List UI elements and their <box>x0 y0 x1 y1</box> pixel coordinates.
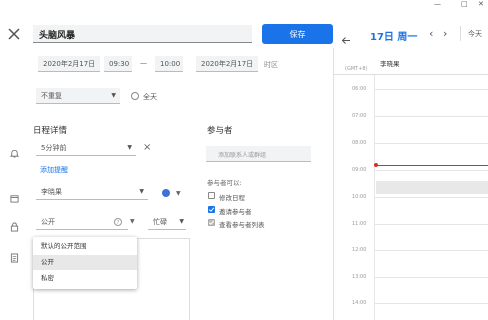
description-icon <box>10 248 19 263</box>
permission-label: 查看参与者列表 <box>219 221 265 229</box>
timezone-value: GMT+8 <box>346 66 366 72</box>
busy-value: 忙碌 <box>153 218 167 226</box>
reminder-select[interactable]: 5分钟前 ▼ <box>36 140 136 156</box>
calendar-select[interactable]: 李晓果 ▼ <box>36 184 148 200</box>
lock-icon <box>10 217 19 232</box>
details-heading: 日程详情 <box>33 126 68 136</box>
hour-gridline <box>374 250 488 251</box>
arrow-left-icon[interactable] <box>341 30 351 44</box>
end-date-value: 2020年2月17日 <box>201 60 254 68</box>
hour-gridline <box>374 224 488 225</box>
repeat-select[interactable]: 不重复 ▼ <box>36 88 120 104</box>
permission-checkbox-view[interactable] <box>208 219 215 226</box>
prev-day-button[interactable]: ‹ <box>429 27 433 40</box>
title-input[interactable]: 头脑风暴 <box>33 25 252 43</box>
chevron-down-icon: ▼ <box>127 144 132 151</box>
end-date-field[interactable]: 2020年2月17日 <box>196 56 258 72</box>
start-time-field[interactable]: 09:30 <box>104 56 132 72</box>
start-date-value: 2020年2月17日 <box>43 60 96 68</box>
busy-select[interactable]: 忙碌 ▼ <box>148 214 186 230</box>
visibility-option-public[interactable]: 公开 <box>33 255 137 270</box>
close-icon[interactable] <box>7 26 21 40</box>
add-guest-input[interactable]: 添加联系人或群组 <box>206 146 311 162</box>
hour-label: 10:00 <box>352 194 367 200</box>
allday-checkbox[interactable] <box>131 92 139 100</box>
permissions-heading: 参与者可以: <box>207 179 242 187</box>
remove-reminder-icon[interactable]: × <box>143 142 151 153</box>
panel-divider <box>333 48 334 320</box>
permission-checkbox-modify[interactable] <box>208 192 215 199</box>
repeat-value: 不重复 <box>41 92 62 100</box>
visibility-option-label: 私密 <box>41 274 54 282</box>
timezone-label: (GMT+8) <box>345 66 368 72</box>
help-icon[interactable]: ? <box>114 218 122 226</box>
hour-gridline <box>374 170 488 171</box>
calendar-value: 李晓果 <box>41 188 62 196</box>
hour-label: 11:00 <box>352 221 367 227</box>
reminder-value: 5分钟前 <box>41 144 67 152</box>
chevron-down-icon[interactable]: ▼ <box>176 190 181 197</box>
current-time-line <box>377 165 488 166</box>
hour-label: 08:00 <box>352 140 367 146</box>
calendar-icon <box>10 188 19 203</box>
timezone-link[interactable]: 时区 <box>264 60 278 70</box>
guests-heading: 参与者 <box>207 126 233 136</box>
save-button[interactable]: 保存 <box>262 24 333 44</box>
chevron-down-icon: ▼ <box>111 92 116 99</box>
bell-icon <box>9 143 20 158</box>
hour-label: 14:00 <box>352 300 367 306</box>
visibility-option-private[interactable]: 私密 <box>33 271 137 286</box>
hour-label: 13:00 <box>352 274 367 280</box>
hour-gridline <box>374 197 488 198</box>
hour-gridline <box>374 303 488 304</box>
visibility-option-label: 默认的公开范围 <box>41 242 87 250</box>
calendar-color-dot[interactable] <box>162 189 170 197</box>
calendar-owner-label: 李晓果 <box>380 60 400 68</box>
title-input-value: 头脑风暴 <box>39 31 76 41</box>
chevron-down-icon: ▼ <box>139 188 144 195</box>
hour-label: 07:00 <box>352 113 367 119</box>
save-button-label: 保存 <box>289 29 306 39</box>
visibility-option-default[interactable]: 默认的公开范围 <box>33 239 137 254</box>
end-time-field[interactable]: 10:00 <box>155 56 183 72</box>
hour-gridline <box>374 143 488 144</box>
hour-gridline <box>374 116 488 117</box>
permission-checkbox-invite[interactable] <box>208 206 215 213</box>
add-guest-placeholder: 添加联系人或群组 <box>218 152 267 159</box>
day-view-date-title: 17日 周一 <box>370 32 418 43</box>
start-time-value: 09:30 <box>109 60 130 68</box>
maximize-button[interactable]: □ <box>461 0 468 8</box>
visibility-option-label: 公开 <box>41 258 54 266</box>
end-time-value: 10:00 <box>160 60 181 68</box>
header-rule <box>334 74 488 75</box>
permission-label: 邀请参与者 <box>219 208 252 216</box>
hour-label: 09:00 <box>352 167 367 173</box>
today-button[interactable]: 今天 <box>460 26 488 41</box>
chevron-down-icon: ▼ <box>179 218 184 225</box>
hour-label: 06:00 <box>352 86 367 92</box>
visibility-menu: 默认的公开范围 公开 私密 <box>33 237 137 289</box>
next-day-button[interactable]: › <box>443 27 447 40</box>
permission-label: 修改日程 <box>219 194 245 202</box>
visibility-value: 公开 <box>41 218 55 226</box>
window-close-button[interactable]: ✕ <box>478 0 484 8</box>
chevron-down-icon[interactable]: ▼ <box>130 218 135 225</box>
allday-label: 全天 <box>143 93 157 101</box>
hour-label: 12:00 <box>352 247 367 253</box>
today-button-label: 今天 <box>468 30 482 38</box>
time-separator: — <box>140 59 147 67</box>
add-reminder-link[interactable]: 添加提醒 <box>40 165 68 175</box>
start-date-field[interactable]: 2020年2月17日 <box>38 56 100 72</box>
hour-gridline <box>374 89 488 90</box>
event-block[interactable] <box>376 181 488 194</box>
hour-gridline <box>374 277 488 278</box>
minimize-button[interactable]: — <box>434 0 441 8</box>
